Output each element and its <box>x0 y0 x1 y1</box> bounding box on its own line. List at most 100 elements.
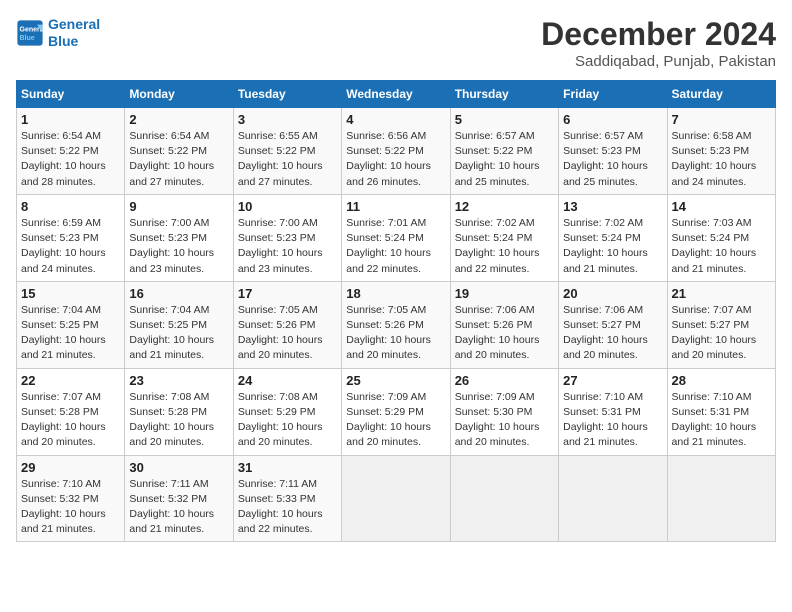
day-detail: Sunrise: 6:59 AM Sunset: 5:23 PM Dayligh… <box>21 216 120 277</box>
day-number: 29 <box>21 460 120 475</box>
day-number: 2 <box>129 112 228 127</box>
weekday-header: Monday <box>125 81 233 108</box>
day-detail: Sunrise: 6:57 AM Sunset: 5:23 PM Dayligh… <box>563 129 662 190</box>
weekday-header-row: SundayMondayTuesdayWednesdayThursdayFrid… <box>17 81 776 108</box>
weekday-header: Saturday <box>667 81 775 108</box>
day-number: 25 <box>346 373 445 388</box>
day-number: 16 <box>129 286 228 301</box>
day-detail: Sunrise: 6:55 AM Sunset: 5:22 PM Dayligh… <box>238 129 337 190</box>
day-number: 15 <box>21 286 120 301</box>
calendar-cell <box>450 455 558 542</box>
day-number: 24 <box>238 373 337 388</box>
calendar-week-row: 1 Sunrise: 6:54 AM Sunset: 5:22 PM Daylig… <box>17 108 776 195</box>
logo-icon: General Blue <box>16 19 44 47</box>
day-number: 22 <box>21 373 120 388</box>
calendar-cell: 2 Sunrise: 6:54 AM Sunset: 5:22 PM Daylig… <box>125 108 233 195</box>
day-detail: Sunrise: 7:06 AM Sunset: 5:27 PM Dayligh… <box>563 303 662 364</box>
day-detail: Sunrise: 7:05 AM Sunset: 5:26 PM Dayligh… <box>238 303 337 364</box>
calendar-cell: 1 Sunrise: 6:54 AM Sunset: 5:22 PM Daylig… <box>17 108 125 195</box>
day-detail: Sunrise: 7:04 AM Sunset: 5:25 PM Dayligh… <box>129 303 228 364</box>
weekday-header: Sunday <box>17 81 125 108</box>
day-detail: Sunrise: 7:00 AM Sunset: 5:23 PM Dayligh… <box>129 216 228 277</box>
calendar-cell: 19Sunrise: 7:06 AM Sunset: 5:26 PM Dayli… <box>450 281 558 368</box>
calendar-cell: 3 Sunrise: 6:55 AM Sunset: 5:22 PM Daylig… <box>233 108 341 195</box>
day-detail: Sunrise: 7:10 AM Sunset: 5:31 PM Dayligh… <box>563 390 662 451</box>
calendar-cell: 9 Sunrise: 7:00 AM Sunset: 5:23 PM Daylig… <box>125 194 233 281</box>
calendar-cell: 14 Sunrise: 7:03 AM Sunset: 5:24 PM Dayli… <box>667 194 775 281</box>
calendar-cell: 30Sunrise: 7:11 AM Sunset: 5:32 PM Dayli… <box>125 455 233 542</box>
calendar-cell: 27 Sunrise: 7:10 AM Sunset: 5:31 PM Dayli… <box>559 368 667 455</box>
location-subtitle: Saddiqabad, Punjab, Pakistan <box>541 53 776 70</box>
calendar-cell: 16 Sunrise: 7:04 AM Sunset: 5:25 PM Dayli… <box>125 281 233 368</box>
day-detail: Sunrise: 7:08 AM Sunset: 5:28 PM Dayligh… <box>129 390 228 451</box>
calendar-cell: 7Sunrise: 6:58 AM Sunset: 5:23 PM Daylig… <box>667 108 775 195</box>
month-title: December 2024 <box>541 16 776 53</box>
calendar-cell: 4Sunrise: 6:56 AM Sunset: 5:22 PM Daylig… <box>342 108 450 195</box>
day-number: 27 <box>563 373 662 388</box>
day-detail: Sunrise: 7:01 AM Sunset: 5:24 PM Dayligh… <box>346 216 445 277</box>
calendar-cell: 31 Sunrise: 7:11 AM Sunset: 5:33 PM Dayli… <box>233 455 341 542</box>
day-number: 11 <box>346 199 445 214</box>
calendar-cell: 28 Sunrise: 7:10 AM Sunset: 5:31 PM Dayli… <box>667 368 775 455</box>
day-number: 28 <box>672 373 771 388</box>
calendar-cell <box>342 455 450 542</box>
calendar-week-row: 15 Sunrise: 7:04 AM Sunset: 5:25 PM Dayli… <box>17 281 776 368</box>
calendar-cell: 20 Sunrise: 7:06 AM Sunset: 5:27 PM Dayli… <box>559 281 667 368</box>
day-number: 14 <box>672 199 771 214</box>
day-detail: Sunrise: 7:08 AM Sunset: 5:29 PM Dayligh… <box>238 390 337 451</box>
calendar-cell: 23 Sunrise: 7:08 AM Sunset: 5:28 PM Dayli… <box>125 368 233 455</box>
calendar-cell: 29 Sunrise: 7:10 AM Sunset: 5:32 PM Dayli… <box>17 455 125 542</box>
day-number: 9 <box>129 199 228 214</box>
logo: General Blue General Blue <box>16 16 100 50</box>
calendar-cell: 5Sunrise: 6:57 AM Sunset: 5:22 PM Daylig… <box>450 108 558 195</box>
day-number: 20 <box>563 286 662 301</box>
calendar-cell: 24 Sunrise: 7:08 AM Sunset: 5:29 PM Dayli… <box>233 368 341 455</box>
day-detail: Sunrise: 7:09 AM Sunset: 5:29 PM Dayligh… <box>346 390 445 451</box>
day-detail: Sunrise: 7:07 AM Sunset: 5:28 PM Dayligh… <box>21 390 120 451</box>
calendar-table: SundayMondayTuesdayWednesdayThursdayFrid… <box>16 80 776 542</box>
day-detail: Sunrise: 6:54 AM Sunset: 5:22 PM Dayligh… <box>21 129 120 190</box>
day-detail: Sunrise: 6:57 AM Sunset: 5:22 PM Dayligh… <box>455 129 554 190</box>
day-number: 1 <box>21 112 120 127</box>
day-number: 21 <box>672 286 771 301</box>
weekday-header: Friday <box>559 81 667 108</box>
day-detail: Sunrise: 6:54 AM Sunset: 5:22 PM Dayligh… <box>129 129 228 190</box>
calendar-cell: 10 Sunrise: 7:00 AM Sunset: 5:23 PM Dayli… <box>233 194 341 281</box>
day-detail: Sunrise: 7:07 AM Sunset: 5:27 PM Dayligh… <box>672 303 771 364</box>
logo-text: General Blue <box>48 16 100 50</box>
day-detail: Sunrise: 7:10 AM Sunset: 5:31 PM Dayligh… <box>672 390 771 451</box>
day-number: 26 <box>455 373 554 388</box>
day-number: 31 <box>238 460 337 475</box>
day-number: 10 <box>238 199 337 214</box>
calendar-cell: 15 Sunrise: 7:04 AM Sunset: 5:25 PM Dayli… <box>17 281 125 368</box>
day-number: 7 <box>672 112 771 127</box>
day-detail: Sunrise: 7:10 AM Sunset: 5:32 PM Dayligh… <box>21 477 120 538</box>
day-detail: Sunrise: 7:02 AM Sunset: 5:24 PM Dayligh… <box>563 216 662 277</box>
calendar-cell: 8 Sunrise: 6:59 AM Sunset: 5:23 PM Daylig… <box>17 194 125 281</box>
day-number: 18 <box>346 286 445 301</box>
calendar-cell: 22 Sunrise: 7:07 AM Sunset: 5:28 PM Dayli… <box>17 368 125 455</box>
day-detail: Sunrise: 7:04 AM Sunset: 5:25 PM Dayligh… <box>21 303 120 364</box>
calendar-cell: 25 Sunrise: 7:09 AM Sunset: 5:29 PM Dayli… <box>342 368 450 455</box>
weekday-header: Thursday <box>450 81 558 108</box>
calendar-cell: 17Sunrise: 7:05 AM Sunset: 5:26 PM Dayli… <box>233 281 341 368</box>
day-number: 23 <box>129 373 228 388</box>
day-detail: Sunrise: 7:02 AM Sunset: 5:24 PM Dayligh… <box>455 216 554 277</box>
day-detail: Sunrise: 7:11 AM Sunset: 5:33 PM Dayligh… <box>238 477 337 538</box>
title-area: December 2024 Saddiqabad, Punjab, Pakist… <box>541 16 776 70</box>
calendar-cell: 21 Sunrise: 7:07 AM Sunset: 5:27 PM Dayli… <box>667 281 775 368</box>
calendar-cell <box>559 455 667 542</box>
day-detail: Sunrise: 7:00 AM Sunset: 5:23 PM Dayligh… <box>238 216 337 277</box>
weekday-header: Tuesday <box>233 81 341 108</box>
day-detail: Sunrise: 7:11 AM Sunset: 5:32 PM Dayligh… <box>129 477 228 538</box>
day-number: 8 <box>21 199 120 214</box>
calendar-week-row: 29 Sunrise: 7:10 AM Sunset: 5:32 PM Dayli… <box>17 455 776 542</box>
day-detail: Sunrise: 7:09 AM Sunset: 5:30 PM Dayligh… <box>455 390 554 451</box>
day-detail: Sunrise: 7:03 AM Sunset: 5:24 PM Dayligh… <box>672 216 771 277</box>
calendar-cell: 11 Sunrise: 7:01 AM Sunset: 5:24 PM Dayli… <box>342 194 450 281</box>
day-number: 4 <box>346 112 445 127</box>
day-number: 12 <box>455 199 554 214</box>
day-number: 6 <box>563 112 662 127</box>
day-number: 3 <box>238 112 337 127</box>
calendar-cell <box>667 455 775 542</box>
